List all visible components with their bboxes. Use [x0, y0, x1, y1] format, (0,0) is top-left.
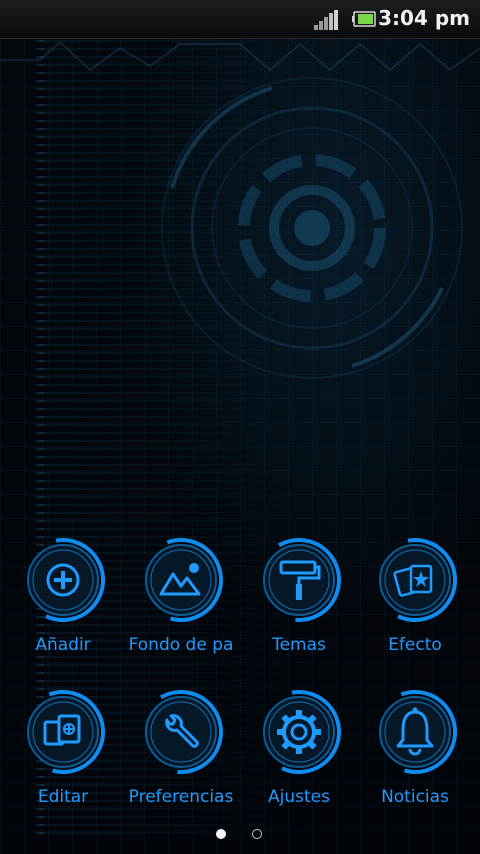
menu-label: Añadir [35, 635, 91, 655]
paint-roller-icon [257, 538, 341, 622]
menu-label: Temas [272, 635, 326, 655]
menu-item-preferencias[interactable]: Preferencias [122, 690, 240, 830]
menu-item-noticias[interactable]: Noticias [356, 690, 474, 830]
menu-label: Fondo de pa [128, 635, 234, 655]
signal-icon [314, 10, 338, 30]
menu-item-efecto[interactable]: Efecto [356, 538, 474, 678]
menu-label: Preferencias [128, 787, 234, 807]
battery-icon [352, 11, 376, 27]
edit-icon [21, 690, 105, 774]
wrench-icon [139, 690, 223, 774]
menu-item-ajustes[interactable]: Ajustes [240, 690, 358, 830]
menu-item-fondo[interactable]: Fondo de pa [122, 538, 240, 678]
menu-label: Ajustes [268, 787, 330, 807]
page-indicator [0, 826, 480, 842]
menu-item-editar[interactable]: Editar [4, 690, 122, 830]
status-clock: 3:04 pm [378, 6, 470, 30]
home-screen: 3:04 pm Añadir Fondo de pa Temas Efecto … [0, 0, 480, 854]
effect-cards-icon [373, 538, 457, 622]
gear-icon [257, 690, 341, 774]
menu-label: Efecto [388, 635, 442, 655]
menu-label: Editar [37, 787, 89, 807]
status-bar: 3:04 pm [0, 0, 480, 39]
wallpaper-icon [139, 538, 223, 622]
menu-label: Noticias [381, 787, 449, 807]
page-dot[interactable] [252, 829, 262, 839]
menu-item-anadir[interactable]: Añadir [4, 538, 122, 678]
menu-item-temas[interactable]: Temas [240, 538, 358, 678]
page-dot-current[interactable] [216, 829, 226, 839]
plus-icon [21, 538, 105, 622]
bell-icon [373, 690, 457, 774]
